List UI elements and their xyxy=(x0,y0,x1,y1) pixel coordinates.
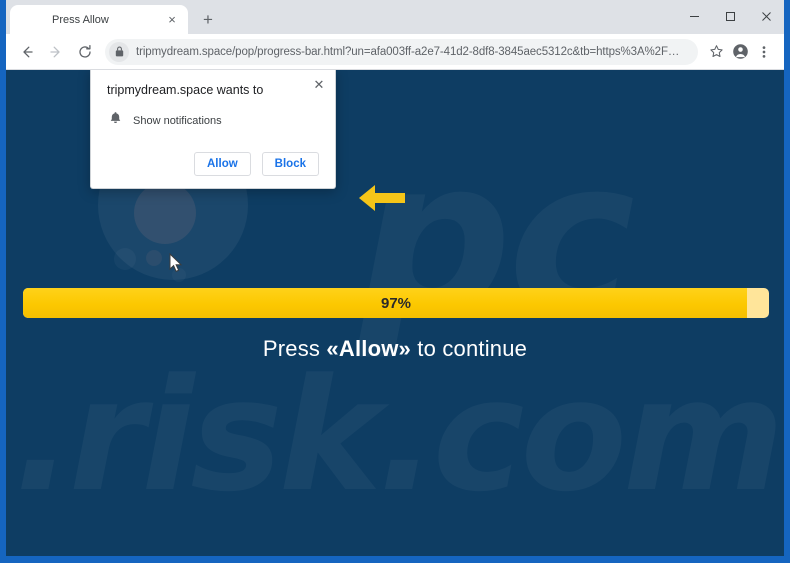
dialog-actions: Allow Block xyxy=(107,152,319,176)
maximize-button[interactable] xyxy=(712,0,748,32)
browser-tab[interactable]: Press Allow × xyxy=(10,5,188,34)
page-headline: Press «Allow» to continue xyxy=(6,336,784,362)
watermark-top: pc xyxy=(358,112,635,363)
back-icon[interactable] xyxy=(14,39,40,65)
progress-percent-label: 97% xyxy=(380,294,412,312)
tab-title: Press Allow xyxy=(52,13,109,26)
page-viewport: pc .risk.com 97% Press «Allow» to contin… xyxy=(6,70,784,556)
window-controls xyxy=(676,0,784,32)
dialog-permission-row: Show notifications xyxy=(107,111,319,130)
account-avatar-icon[interactable] xyxy=(728,40,752,64)
notification-permission-dialog: ✕ tripmydream.space wants to Show notifi… xyxy=(90,70,336,189)
headline-emphasis: «Allow» xyxy=(326,336,411,361)
star-icon[interactable] xyxy=(704,40,728,64)
three-dot-menu-icon[interactable] xyxy=(752,40,776,64)
background-blob xyxy=(146,250,162,266)
watermark-bottom: .risk.com xyxy=(14,345,784,526)
lock-icon xyxy=(109,41,129,62)
mouse-pointer-icon xyxy=(169,252,183,273)
background-blob xyxy=(114,248,136,270)
bell-icon xyxy=(109,111,122,130)
headline-prefix: Press xyxy=(262,336,327,361)
forward-icon[interactable] xyxy=(43,39,69,65)
headline-suffix: to continue xyxy=(410,336,528,361)
reload-icon[interactable] xyxy=(72,39,98,65)
dialog-permission-label: Show notifications xyxy=(133,114,222,127)
minimize-button[interactable] xyxy=(676,0,712,32)
close-button[interactable] xyxy=(748,0,784,32)
allow-button[interactable]: Allow xyxy=(194,152,251,176)
dialog-title: tripmydream.space wants to xyxy=(107,83,264,97)
background-blob xyxy=(172,268,186,282)
tab-strip: Press Allow × + xyxy=(6,0,784,34)
block-button[interactable]: Block xyxy=(261,152,319,176)
browser-toolbar: tripmydream.space/pop/progress-bar.html?… xyxy=(6,34,784,70)
pointing-arrow-icon xyxy=(359,183,405,213)
progress-bar: 97% xyxy=(23,288,769,318)
dialog-close-icon[interactable]: ✕ xyxy=(310,75,328,93)
new-tab-icon[interactable]: + xyxy=(194,5,222,33)
url-text: tripmydream.space/pop/progress-bar.html?… xyxy=(136,45,688,58)
browser-window: Press Allow × + tripmydream.space/pop/pr… xyxy=(6,0,784,556)
background-blob xyxy=(134,182,196,244)
screenshot-root: Press Allow × + tripmydream.space/pop/pr… xyxy=(0,0,790,563)
tab-close-icon[interactable]: × xyxy=(164,12,180,28)
address-bar[interactable]: tripmydream.space/pop/progress-bar.html?… xyxy=(105,38,698,65)
